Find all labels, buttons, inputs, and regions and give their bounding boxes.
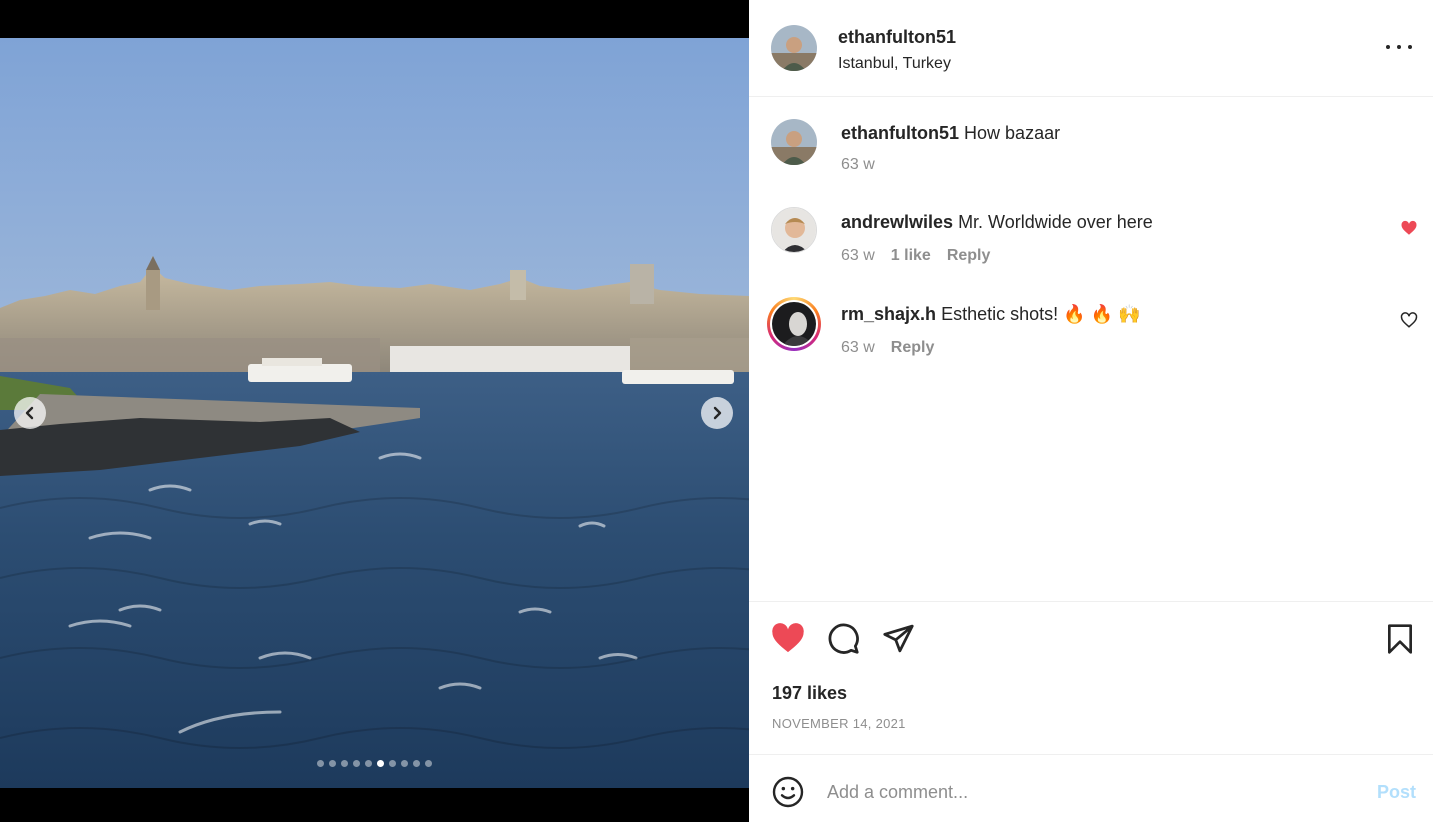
comment-meta: 63 w 1 like Reply bbox=[841, 247, 990, 265]
heart-icon bbox=[772, 623, 804, 653]
comment-like-button[interactable] bbox=[1400, 311, 1418, 329]
commenter-avatar[interactable] bbox=[771, 207, 817, 253]
chevron-right-icon bbox=[713, 406, 722, 420]
comment-age[interactable]: 63 w bbox=[841, 247, 875, 265]
post-header: ethanfulton51 Istanbul, Turkey bbox=[749, 0, 1433, 97]
caption-username[interactable]: ethanfulton51 bbox=[841, 123, 959, 143]
carousel-dot bbox=[329, 760, 336, 767]
likes-count[interactable]: 197 likes bbox=[772, 683, 847, 704]
post-media bbox=[0, 0, 749, 822]
post-date[interactable]: NOVEMBER 14, 2021 bbox=[772, 716, 906, 731]
carousel-dot bbox=[353, 760, 360, 767]
post-comment-button[interactable]: Post bbox=[1377, 782, 1416, 803]
heart-outline-icon bbox=[1400, 312, 1418, 328]
comment-icon bbox=[828, 623, 859, 654]
emoji-button[interactable] bbox=[772, 776, 804, 808]
comment-like-button[interactable] bbox=[1400, 219, 1418, 237]
istanbul-bosphorus-photo bbox=[0, 38, 749, 788]
more-options-dot bbox=[1397, 45, 1401, 49]
comment-button[interactable] bbox=[827, 622, 860, 660]
like-button[interactable] bbox=[771, 622, 805, 659]
bookmark-icon bbox=[1388, 624, 1412, 654]
carousel-dot bbox=[413, 760, 420, 767]
comment-body: Esthetic shots! 🔥 🔥 🙌 bbox=[941, 304, 1141, 324]
comment-body: Mr. Worldwide over here bbox=[958, 212, 1153, 232]
heart-filled-icon bbox=[1401, 220, 1417, 235]
carousel-dot bbox=[425, 760, 432, 767]
commenter-avatar-story-ring[interactable] bbox=[767, 297, 821, 351]
comment-input[interactable] bbox=[827, 775, 1347, 809]
comment-username[interactable]: rm_shajx.h bbox=[841, 304, 936, 324]
carousel-next-button[interactable] bbox=[701, 397, 733, 429]
more-options-icon bbox=[1386, 45, 1390, 49]
author-username[interactable]: ethanfulton51 bbox=[838, 27, 956, 48]
caption-age[interactable]: 63 w bbox=[841, 156, 875, 174]
post-actions: 197 likes NOVEMBER 14, 2021 bbox=[749, 601, 1433, 754]
carousel-dot bbox=[341, 760, 348, 767]
comment-meta: 63 w Reply bbox=[841, 339, 934, 357]
caption-author-avatar[interactable] bbox=[771, 119, 817, 165]
carousel-dot bbox=[377, 760, 384, 767]
share-icon bbox=[883, 624, 914, 653]
comment-composer: Post bbox=[749, 754, 1433, 822]
carousel-dot bbox=[401, 760, 408, 767]
save-button[interactable] bbox=[1385, 623, 1415, 660]
carousel-prev-button[interactable] bbox=[14, 397, 46, 429]
post-sidebar: ethanfulton51 Istanbul, Turkey ethanfult… bbox=[749, 0, 1433, 822]
chevron-left-icon bbox=[25, 406, 34, 420]
caption-meta: 63 w bbox=[841, 156, 875, 174]
reply-button[interactable]: Reply bbox=[947, 247, 991, 265]
author-avatar[interactable] bbox=[771, 25, 817, 71]
comment-text: rm_shajx.h Esthetic shots! 🔥 🔥 🙌 bbox=[841, 304, 1140, 325]
comment-age[interactable]: 63 w bbox=[841, 339, 875, 357]
comment-likes-link[interactable]: 1 like bbox=[891, 247, 931, 265]
carousel-dot bbox=[317, 760, 324, 767]
comment-text: andrewlwiles Mr. Worldwide over here bbox=[841, 212, 1153, 233]
emoji-icon bbox=[772, 776, 804, 808]
carousel-indicator bbox=[0, 760, 749, 767]
post-photo bbox=[0, 38, 749, 788]
more-options-button[interactable] bbox=[1386, 36, 1412, 58]
comments-list: ethanfulton51 How bazaar 63 w andrewlwil… bbox=[749, 97, 1433, 602]
post-location[interactable]: Istanbul, Turkey bbox=[838, 55, 951, 73]
share-button[interactable] bbox=[882, 622, 915, 660]
caption-body: How bazaar bbox=[964, 123, 1061, 143]
more-options-dot bbox=[1408, 45, 1412, 49]
carousel-dot bbox=[365, 760, 372, 767]
caption-text: ethanfulton51 How bazaar bbox=[841, 123, 1060, 144]
reply-button[interactable]: Reply bbox=[891, 339, 935, 357]
carousel-dot bbox=[389, 760, 396, 767]
comment-username[interactable]: andrewlwiles bbox=[841, 212, 953, 232]
